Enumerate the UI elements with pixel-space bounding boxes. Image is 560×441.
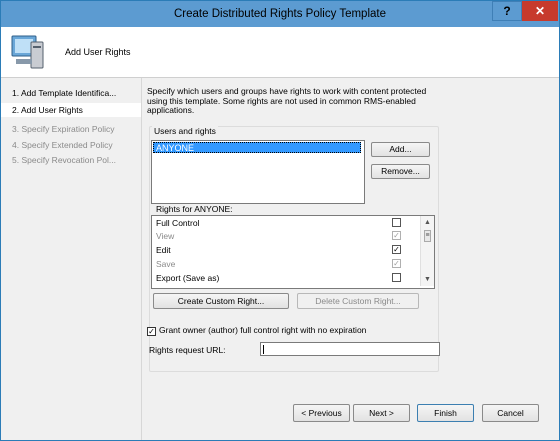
list-item[interactable]: ANYONE [153,142,361,153]
help-button[interactable]: ? [492,1,522,21]
right-label: Save [156,259,176,269]
grant-owner-checkbox[interactable]: ✓ [147,327,156,336]
steps-pane: 1. Add Template Identifica... 2. Add Use… [1,78,142,440]
finish-button[interactable]: Finish [417,404,474,422]
right-label: Export (Save as) [156,273,220,283]
scroll-thumb[interactable]: ≡ [424,230,431,242]
scroll-down-icon[interactable]: ▼ [423,275,432,284]
step-1[interactable]: 1. Add Template Identifica... [12,88,116,98]
computer-icon [11,35,44,69]
window-title: Create Distributed Rights Policy Templat… [174,8,386,20]
right-label: Edit [156,245,171,255]
right-checkbox[interactable]: ✓ [392,259,401,268]
remove-button[interactable]: Remove... [371,164,430,179]
users-rights-label: Users and rights [152,126,218,136]
rights-for-label: Rights for ANYONE: [156,204,233,214]
close-button[interactable]: ✕ [522,1,558,21]
create-custom-right-button[interactable]: Create Custom Right... [153,293,289,309]
rights-list[interactable]: Full Control View ✓ Edit ✓ Save ✓ Export… [151,215,435,289]
dialog-window: Create Distributed Rights Policy Templat… [0,0,560,441]
delete-custom-right-button: Delete Custom Right... [297,293,419,309]
users-list[interactable]: ANYONE [151,140,365,204]
rights-scrollbar[interactable]: ▲ ≡ ▼ [420,216,434,286]
add-button[interactable]: Add... [371,142,430,157]
previous-button[interactable]: < Previous [293,404,350,422]
text-caret [263,345,264,354]
right-row-view[interactable]: View ✓ [156,231,414,243]
grant-owner-label: Grant owner (author) full control right … [159,325,367,335]
step-3: 3. Specify Expiration Policy [12,124,115,134]
step-2[interactable]: 2. Add User Rights [1,103,141,117]
right-row-save[interactable]: Save ✓ [156,259,414,271]
right-row-export[interactable]: Export (Save as) [156,273,414,285]
right-label: View [156,231,175,241]
right-checkbox[interactable]: ✓ [392,245,401,254]
right-row-edit[interactable]: Edit ✓ [156,245,414,257]
rights-url-input[interactable] [260,342,440,356]
right-row-full-control[interactable]: Full Control [156,218,414,230]
rights-url-label: Rights request URL: [149,345,226,355]
right-checkbox[interactable] [392,273,401,282]
scroll-up-icon[interactable]: ▲ [423,218,432,227]
right-checkbox[interactable] [392,218,401,227]
grant-owner-option[interactable]: ✓ Grant owner (author) full control right… [147,325,366,336]
step-5: 5. Specify Revocation Pol... [12,155,116,165]
right-label: Full Control [156,218,200,228]
step-4: 4. Specify Extended Policy [12,140,113,150]
cancel-button[interactable]: Cancel [482,404,539,422]
main-content: Specify which users and groups have righ… [142,78,559,440]
description-text: Specify which users and groups have righ… [147,86,427,115]
wizard-header: Add User Rights [1,27,559,78]
next-button[interactable]: Next > [353,404,410,422]
right-checkbox[interactable]: ✓ [392,231,401,240]
title-bar[interactable]: Create Distributed Rights Policy Templat… [1,1,559,27]
page-title: Add User Rights [65,47,131,57]
